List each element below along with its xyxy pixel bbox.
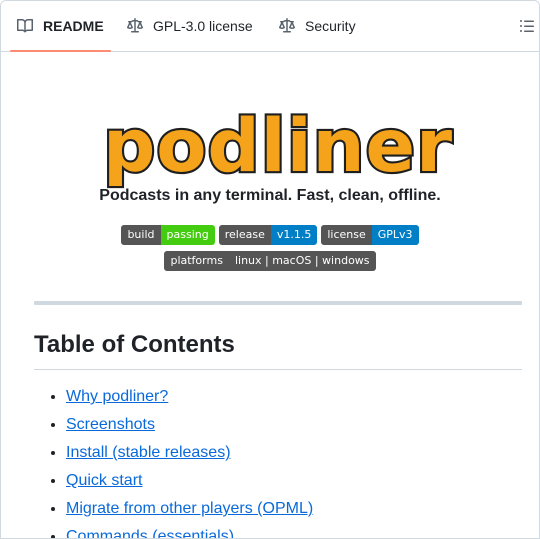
toc-link-install[interactable]: Install (stable releases) <box>66 444 231 461</box>
badge-label: platforms <box>164 251 229 271</box>
tab-license-label: GPL-3.0 license <box>153 18 253 34</box>
toc-link-migrate-opml[interactable]: Migrate from other players (OPML) <box>66 500 313 517</box>
toc-heading: Table of Contents <box>34 331 235 358</box>
law-icon <box>279 18 295 34</box>
tagline: Podcasts in any terminal. Fast, clean, o… <box>99 187 441 204</box>
toc-link-screenshots[interactable]: Screenshots <box>66 416 155 433</box>
list-item: Migrate from other players (OPML) <box>66 498 313 526</box>
logo-wordmark: podliner <box>103 104 453 189</box>
readme-panel: README GPL-3.0 license Security podliner… <box>0 0 540 539</box>
list-item: Install (stable releases) <box>66 442 313 470</box>
tab-security-label: Security <box>305 18 356 34</box>
list-unordered-icon <box>520 20 534 32</box>
toc-link-quick-start[interactable]: Quick start <box>66 472 142 489</box>
toc-link-commands[interactable]: Commands (essentials) <box>66 528 234 538</box>
badges-row: build passing release v1.1.5 license GPL… <box>1 225 539 245</box>
outline-button[interactable] <box>519 18 535 34</box>
badge-value: linux | macOS | windows <box>228 251 376 271</box>
build-badge[interactable]: build passing <box>121 225 215 245</box>
toc-link-why-podliner[interactable]: Why podliner? <box>66 388 168 405</box>
tab-license[interactable]: GPL-3.0 license <box>127 1 253 51</box>
list-item: Quick start <box>66 470 313 498</box>
toc-list: Why podliner? Screenshots Install (stabl… <box>34 386 313 538</box>
badge-label: release <box>218 225 271 245</box>
badge-label: build <box>121 225 161 245</box>
readme-content: podliner Podcasts in any terminal. Fast,… <box>1 52 539 538</box>
heading-divider <box>34 369 522 370</box>
badges-row: platforms linux | macOS | windows <box>1 251 539 271</box>
release-badge[interactable]: release v1.1.5 <box>218 225 318 245</box>
tab-readme-label: README <box>43 18 104 34</box>
badge-label: license <box>321 225 372 245</box>
tab-readme[interactable]: README <box>10 1 111 52</box>
book-icon <box>17 18 33 34</box>
badge-value: passing <box>160 225 215 245</box>
badge-value: GPLv3 <box>371 225 419 245</box>
readme-tab-bar: README GPL-3.0 license Security <box>1 1 539 52</box>
list-item: Commands (essentials) <box>66 526 313 538</box>
platforms-badge[interactable]: platforms linux | macOS | windows <box>164 251 376 271</box>
badge-value: v1.1.5 <box>270 225 318 245</box>
list-item: Why podliner? <box>66 386 313 414</box>
tab-security[interactable]: Security <box>279 1 356 51</box>
law-icon <box>127 18 143 34</box>
license-badge[interactable]: license GPLv3 <box>321 225 419 245</box>
horizontal-rule <box>34 301 522 305</box>
list-item: Screenshots <box>66 414 313 442</box>
